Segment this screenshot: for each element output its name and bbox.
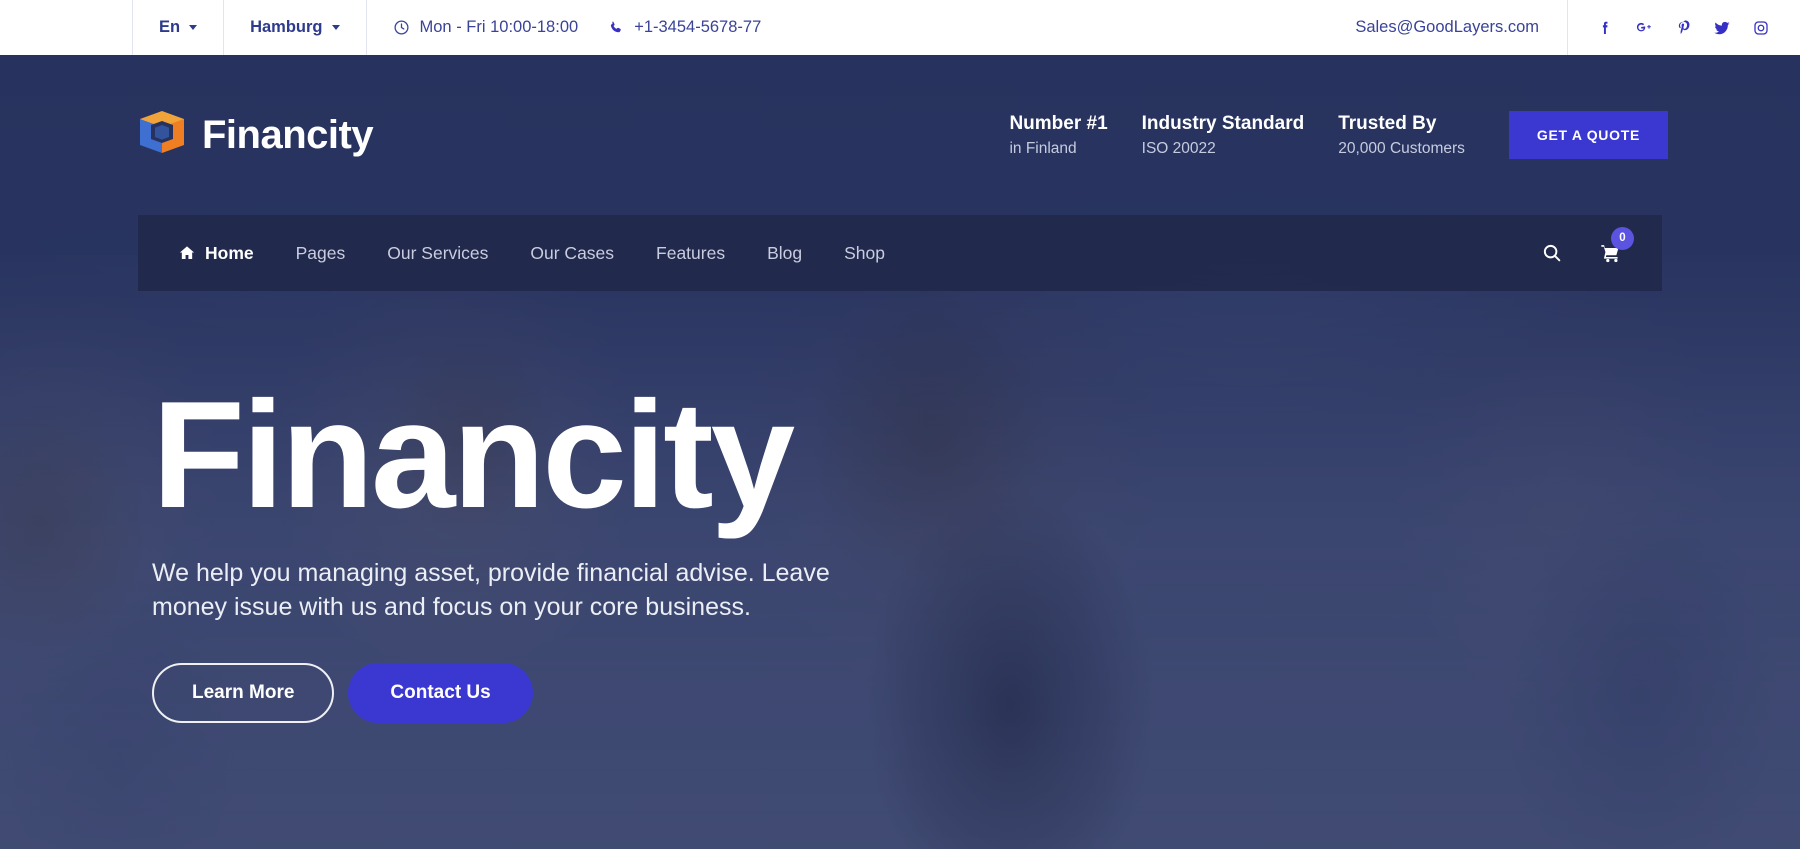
nav-item-home[interactable]: Home <box>178 243 275 264</box>
instagram-icon[interactable] <box>1752 19 1770 37</box>
phone-text: +1-3454-5678-77 <box>634 18 762 36</box>
hero-actions: Learn More Contact Us <box>152 662 1800 723</box>
chevron-down-icon <box>331 25 340 30</box>
header-stat: Trusted By 20,000 Customers <box>1338 112 1465 159</box>
nav-item-label: Home <box>205 242 254 263</box>
nav-item-label: Features <box>656 242 726 263</box>
nav-item-our-cases[interactable]: Our Cases <box>509 243 635 264</box>
header-stat: Number #1 in Finland <box>1009 112 1107 159</box>
nav-item-label: Our Cases <box>530 242 615 263</box>
top-bar-left: En Hamburg Mon - Fri 10:00-18:00 +1-3454… <box>132 0 787 55</box>
nav-item-label: Shop <box>844 242 885 263</box>
header-stat-title: Number #1 <box>1009 112 1108 134</box>
header-stat-title: Trusted By <box>1338 112 1437 134</box>
hero-content: Financity We help you managing asset, pr… <box>0 291 1800 723</box>
nav-items: Home Pages Our Services Our Cases Featur… <box>178 243 906 264</box>
city-selector[interactable]: Hamburg <box>224 0 367 55</box>
clock-icon <box>394 20 409 35</box>
contact-info: Mon - Fri 10:00-18:00 +1-3454-5678-77 <box>367 0 788 55</box>
hero-title: Financity <box>152 370 795 540</box>
email-link[interactable]: Sales@GoodLayers.com <box>1327 0 1568 55</box>
email-text: Sales@GoodLayers.com <box>1355 18 1539 36</box>
header-stat-sub: ISO 20022 <box>1141 140 1216 158</box>
cart-count-badge: 0 <box>1611 226 1634 250</box>
nav-item-label: Blog <box>767 242 803 263</box>
nav-item-features[interactable]: Features <box>635 243 746 264</box>
header-stat-title: Industry Standard <box>1141 112 1305 134</box>
header-stat-sub: 20,000 Customers <box>1338 140 1465 158</box>
facebook-icon[interactable] <box>1596 19 1614 37</box>
hero-subtitle: We help you managing asset, provide fina… <box>152 559 830 621</box>
nav-item-label: Pages <box>295 242 346 263</box>
get-a-quote-button[interactable]: GET A QUOTE <box>1508 111 1668 159</box>
nav-item-blog[interactable]: Blog <box>746 243 823 264</box>
nav-item-pages[interactable]: Pages <box>275 243 367 264</box>
site-header: Financity Number #1 in Finland Industry … <box>0 55 1800 215</box>
header-right: Number #1 in Finland Industry Standard I… <box>1009 111 1668 159</box>
top-bar: En Hamburg Mon - Fri 10:00-18:00 +1-3454… <box>0 0 1800 55</box>
nav-utilities: 0 <box>1541 226 1634 265</box>
office-hours: Mon - Fri 10:00-18:00 <box>393 18 579 37</box>
language-selector[interactable]: En <box>132 0 225 55</box>
search-icon[interactable] <box>1541 242 1563 264</box>
header-stat: Industry Standard ISO 20022 <box>1142 112 1305 159</box>
learn-more-button[interactable]: Learn More <box>152 662 335 723</box>
logo[interactable]: Financity <box>138 109 374 161</box>
logo-cube-icon <box>140 111 184 153</box>
top-bar-right: Sales@GoodLayers.com <box>1327 0 1800 55</box>
hero-section: Financity Number #1 in Finland Industry … <box>0 55 1800 849</box>
nav-item-label: Our Services <box>387 242 489 263</box>
contact-us-button[interactable]: Contact Us <box>348 662 533 723</box>
logo-text: Financity <box>202 112 374 157</box>
nav-item-our-services[interactable]: Our Services <box>366 243 509 264</box>
chevron-down-icon <box>189 25 198 30</box>
city-label: Hamburg <box>250 18 323 36</box>
language-label: En <box>159 18 181 36</box>
phone-icon <box>611 21 621 32</box>
header-stat-sub: in Finland <box>1009 140 1077 158</box>
twitter-icon[interactable] <box>1713 19 1731 37</box>
home-icon <box>179 246 195 259</box>
nav-item-shop[interactable]: Shop <box>823 243 906 264</box>
office-hours-text: Mon - Fri 10:00-18:00 <box>419 18 579 36</box>
cart-icon[interactable]: 0 <box>1599 226 1634 265</box>
main-navigation: Home Pages Our Services Our Cases Featur… <box>138 215 1662 291</box>
social-links <box>1568 0 1800 55</box>
phone-number[interactable]: +1-3454-5678-77 <box>608 18 761 37</box>
pinterest-icon[interactable] <box>1674 19 1692 37</box>
google-plus-icon[interactable] <box>1635 19 1653 37</box>
